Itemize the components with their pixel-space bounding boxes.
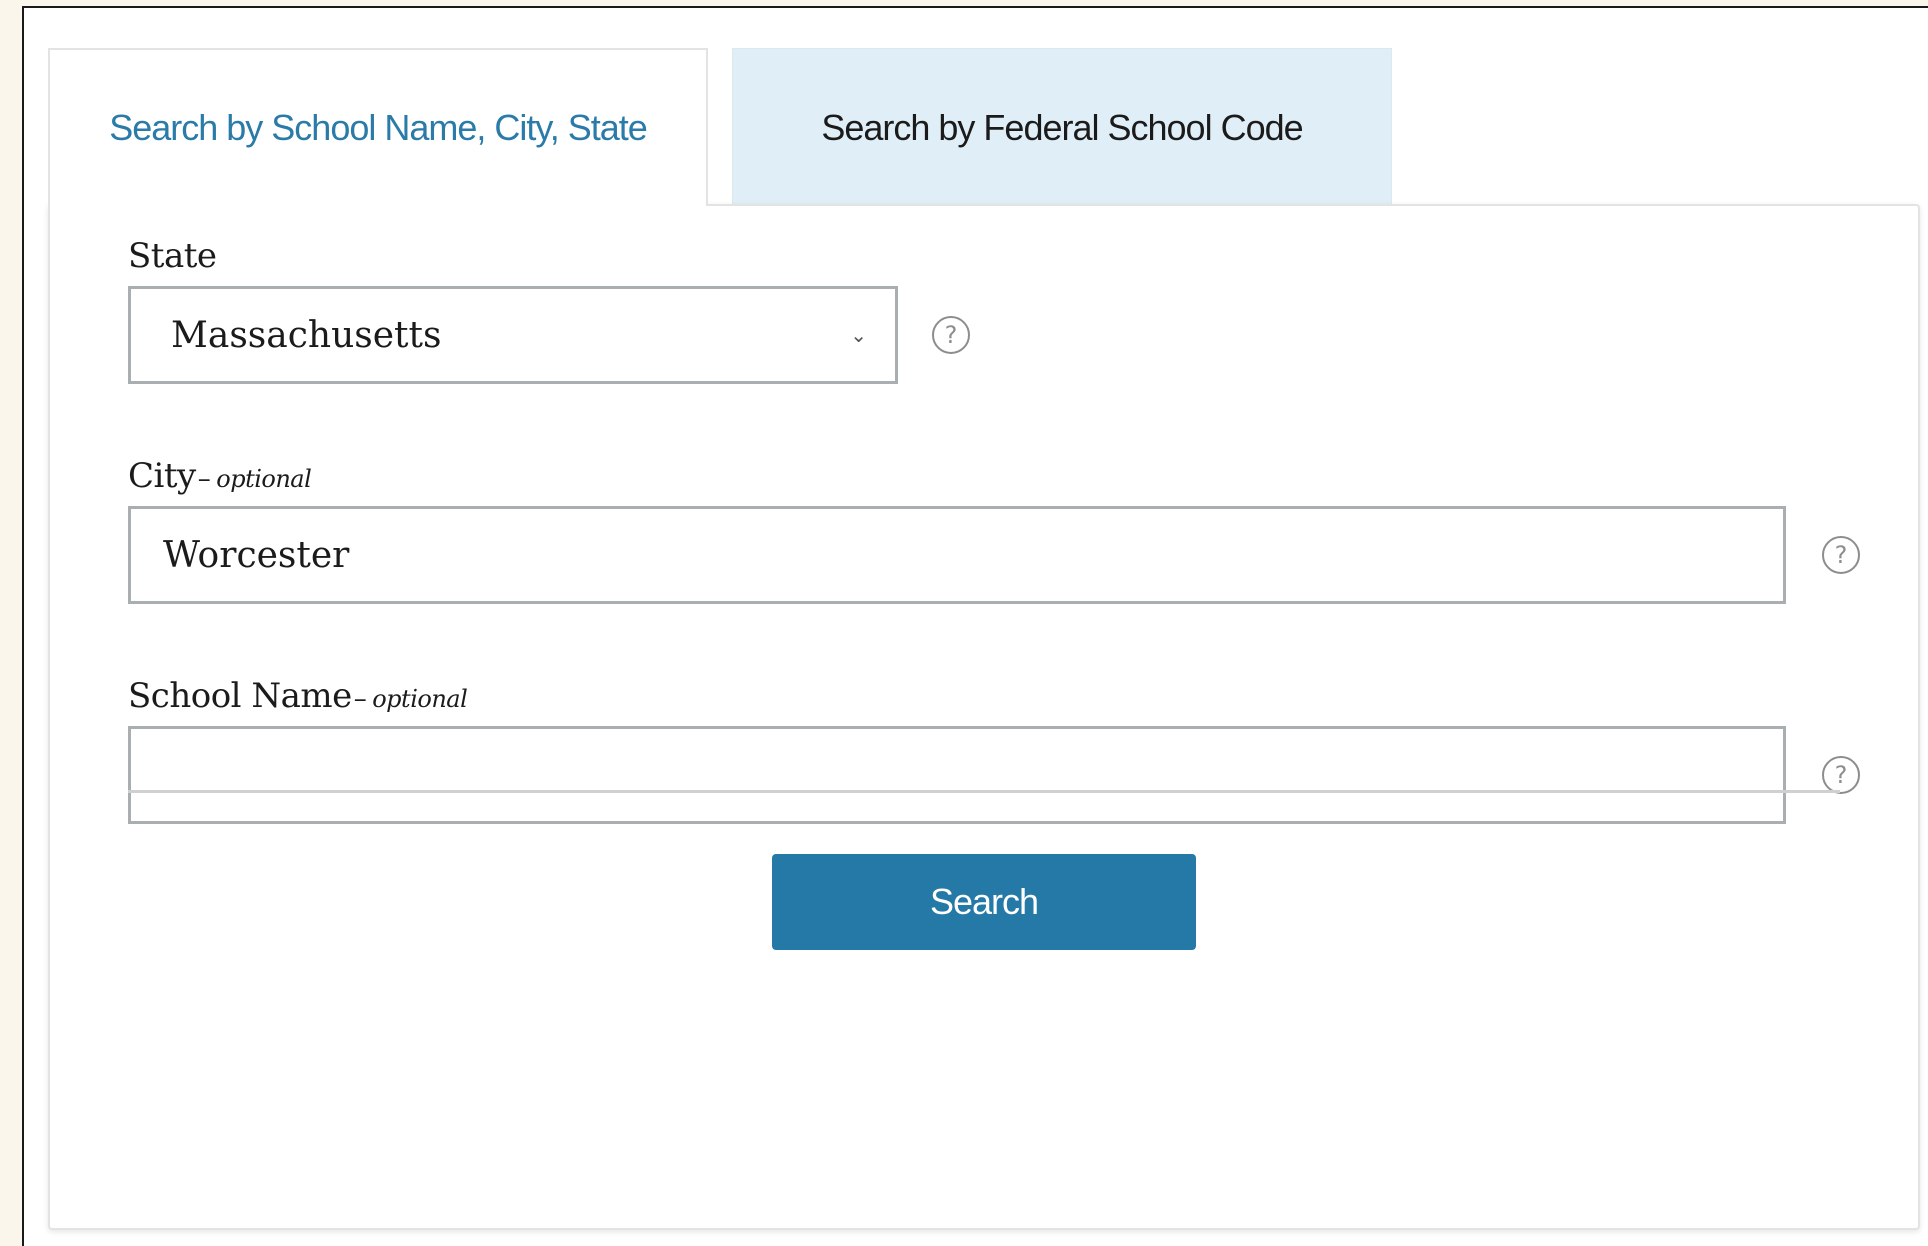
search-form-panel: State Massachusetts ⌄ ? City– optional Wo… [48, 204, 1920, 1230]
tab-search-by-federal-school-code[interactable]: Search by Federal School Code [732, 48, 1392, 206]
school-name-help-icon[interactable]: ? [1822, 756, 1860, 794]
school-name-input[interactable] [128, 726, 1786, 824]
state-label: State [128, 236, 217, 276]
form-divider [128, 790, 1840, 793]
state-help-icon[interactable]: ? [932, 316, 970, 354]
question-circle-icon: ? [944, 321, 958, 349]
state-select[interactable]: Massachusetts ⌄ [128, 286, 898, 384]
search-button[interactable]: Search [772, 854, 1196, 950]
optional-hint: optional [216, 465, 312, 493]
tab-label: Search by Federal School Code [821, 106, 1303, 148]
city-help-icon[interactable]: ? [1822, 536, 1860, 574]
city-label: City– optional [128, 456, 312, 496]
question-circle-icon: ? [1834, 761, 1848, 789]
state-select-value: Massachusetts [171, 314, 442, 356]
page-frame: Search by School Name, City, State Searc… [22, 6, 1928, 1246]
question-circle-icon: ? [1834, 541, 1848, 569]
school-name-label: School Name– optional [128, 676, 468, 716]
tab-search-by-name-city-state[interactable]: Search by School Name, City, State [48, 48, 708, 206]
city-input[interactable]: Worcester [128, 506, 1786, 604]
tab-label: Search by School Name, City, State [109, 107, 648, 148]
city-input-value: Worcester [163, 534, 350, 576]
chevron-down-icon: ⌄ [850, 323, 867, 347]
optional-hint: optional [372, 685, 468, 713]
search-button-label: Search [929, 881, 1039, 922]
